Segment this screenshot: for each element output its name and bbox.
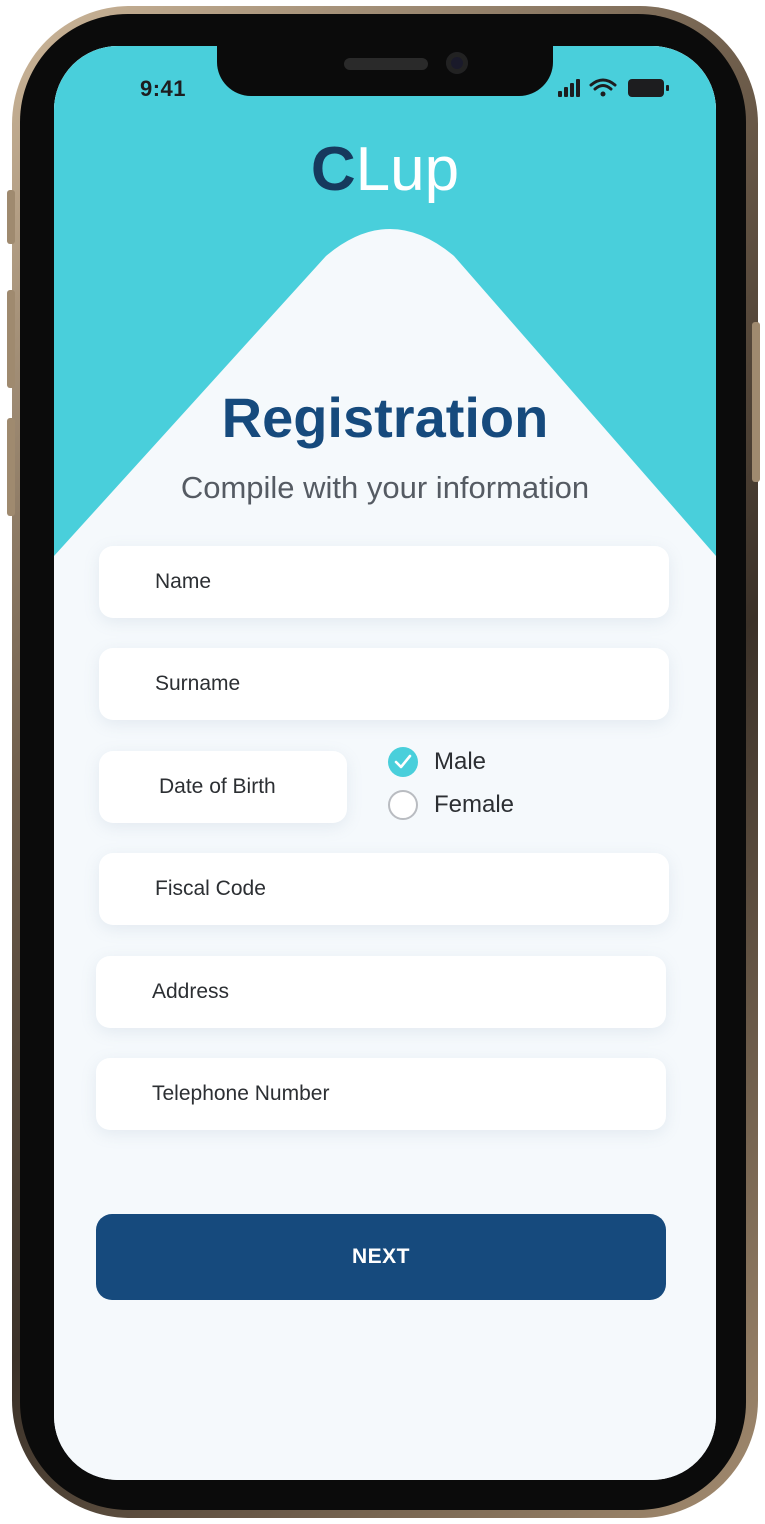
page-subtitle: Compile with your information	[180, 470, 590, 505]
status-icons	[558, 78, 669, 97]
gender-label-male: Male	[434, 748, 487, 775]
camera-icon	[446, 52, 468, 74]
notch	[217, 46, 553, 96]
phone-screen: 9:41 CLup Registration Compile with your…	[54, 46, 716, 1480]
speaker	[344, 58, 428, 70]
logo-initial: C	[310, 135, 356, 204]
next-button[interactable]: NEXT	[96, 1214, 666, 1300]
telephone-number-placeholder: Telephone Number	[152, 1082, 330, 1105]
signal-icon	[558, 79, 580, 97]
date-of-birth-placeholder: Date of Birth	[159, 775, 276, 798]
app-logo: CLup	[54, 132, 716, 208]
next-button-label: NEXT	[351, 1245, 410, 1268]
logo-wordmark: Lup	[355, 135, 460, 204]
battery-icon	[628, 79, 669, 97]
name-placeholder: Name	[155, 570, 212, 593]
gender-option-female[interactable]: Female	[388, 790, 514, 820]
address-field[interactable]: Address	[96, 956, 666, 1028]
volume-up-button	[7, 290, 15, 388]
radio-unchecked-icon	[388, 790, 418, 820]
gender-option-male[interactable]: Male	[388, 747, 486, 777]
mute-switch	[7, 190, 15, 244]
address-placeholder: Address	[152, 980, 230, 1003]
fiscal-code-field[interactable]: Fiscal Code	[99, 853, 669, 925]
name-field[interactable]: Name	[99, 546, 669, 618]
volume-down-button	[7, 418, 15, 516]
date-of-birth-field[interactable]: Date of Birth	[99, 751, 347, 823]
power-button	[752, 322, 760, 482]
radio-checked-icon	[388, 747, 418, 777]
status-time: 9:41	[140, 76, 187, 101]
telephone-number-field[interactable]: Telephone Number	[96, 1058, 666, 1130]
fiscal-code-placeholder: Fiscal Code	[155, 877, 266, 900]
page-title: Registration	[221, 386, 549, 449]
surname-field[interactable]: Surname	[99, 648, 669, 720]
gender-label-female: Female	[434, 791, 515, 818]
wifi-icon	[589, 78, 617, 97]
surname-placeholder: Surname	[155, 672, 241, 695]
checkmark-icon	[394, 754, 412, 769]
